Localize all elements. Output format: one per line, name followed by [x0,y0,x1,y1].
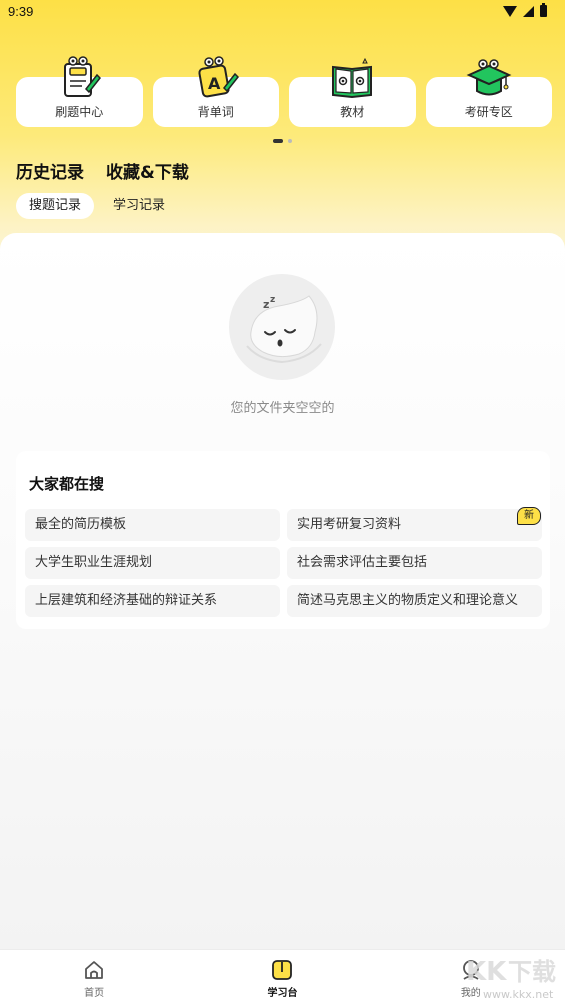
hot-search-card: 大家都在搜 最全的简历模板 实用考研复习资料 大学生职业生涯规划 社会需求评估主… [16,451,550,629]
empty-state-text: 您的文件夹空空的 [230,401,335,416]
vocabulary-card-icon: A [198,56,239,98]
hot-search-item[interactable]: 最全的简历模板 [25,509,280,541]
home-icon [85,961,104,979]
main-tabs: 历史记录 收藏&下载 [16,158,189,183]
nav-label: 学习台 [267,988,298,999]
tab-study-records[interactable]: 学习记录 [100,193,178,219]
indicator-active [273,139,283,143]
battery-icon [540,3,547,17]
nav-study[interactable]: 学习台 [188,950,376,1005]
signal-icon [523,5,534,17]
status-time: 9:39 [8,4,34,19]
hot-search-list: 最全的简历模板 实用考研复习资料 大学生职业生涯规划 社会需求评估主要包括 上层… [25,509,542,617]
sleeping-mascot-icon: z z [229,274,335,380]
hot-search-title: 大家都在搜 [29,475,105,493]
new-badge: 新 [517,507,541,525]
watermark-text: www.kkx.net [483,988,554,1001]
graduation-cap-icon [466,59,512,96]
hot-search-item[interactable]: 大学生职业生涯规划 [25,547,280,579]
card-vocabulary[interactable]: A 背单词 [152,56,279,127]
hot-search-item[interactable]: 上层建筑和经济基础的辩证关系 [25,585,280,617]
svg-text:z: z [270,295,275,305]
nav-home[interactable]: 首页 [0,950,188,1005]
svg-text:z: z [263,298,269,311]
tab-favorites-downloads[interactable]: 收藏&下载 [106,158,189,183]
quick-cards: 刷题中心 A 背单词 教材 考研专区 [16,56,552,127]
svg-text:下载: 下载 [508,958,556,986]
carousel-indicator [273,139,292,143]
wifi-icon [503,5,517,17]
card-textbook[interactable]: 教材 [289,57,416,127]
card-quiz-center[interactable]: 刷题中心 [16,56,143,127]
card-postgrad-zone[interactable]: 考研专区 [425,59,552,127]
nav-label: 首页 [84,988,105,999]
sub-tabs: 搜题记录 学习记录 [16,193,178,219]
textbook-icon [332,57,373,99]
hot-search-item[interactable]: 社会需求评估主要包括 [287,547,542,579]
card-label: 考研专区 [464,105,513,119]
svg-text:KK: KK [466,957,507,987]
status-bar: 9:39 [0,0,565,26]
card-label: 背单词 [197,105,234,119]
quiz-notepad-icon [64,56,102,97]
tab-history[interactable]: 历史记录 [16,158,84,183]
svg-text:A: A [208,74,221,93]
tab-search-records[interactable]: 搜题记录 [16,193,95,219]
card-label: 教材 [340,105,365,119]
hot-search-item[interactable]: 实用考研复习资料 [287,509,542,541]
card-label: 刷题中心 [55,105,104,119]
hot-search-item[interactable]: 简述马克思主义的物质定义和理论意义 [287,585,542,617]
indicator-inactive [288,139,292,143]
study-book-icon [272,960,293,980]
